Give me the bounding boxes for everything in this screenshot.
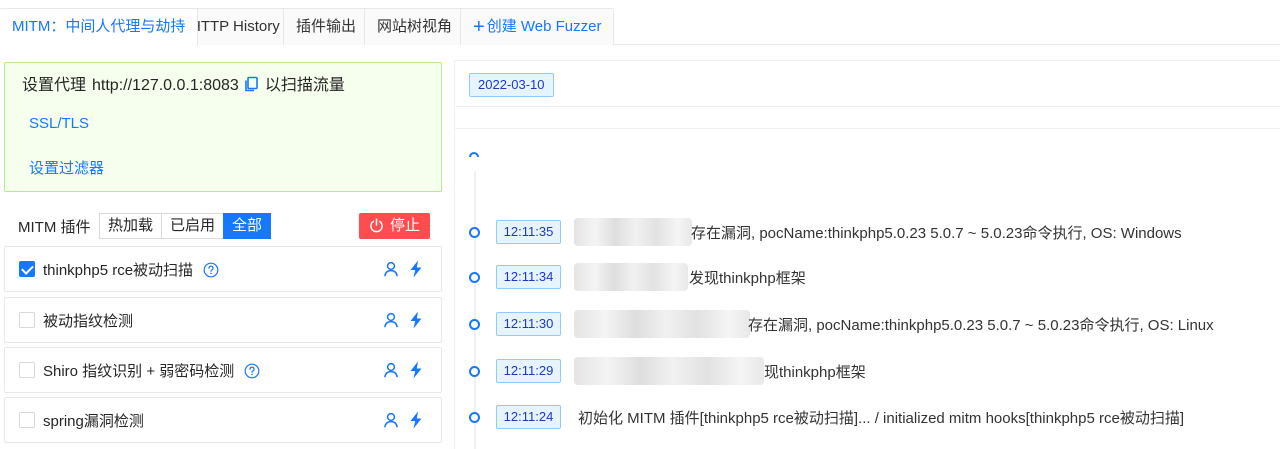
- plugin-item: spring漏洞检测: [4, 397, 442, 443]
- tab-plugin-output-label: 插件输出: [296, 18, 357, 35]
- filter-enabled[interactable]: 已启用: [161, 213, 225, 239]
- timeline-dot: [469, 412, 480, 423]
- timeline-time: 12:11:24: [496, 405, 561, 429]
- plugin-name-row: thinkphp5 rce被动扫描: [43, 259, 219, 280]
- user-icon[interactable]: [383, 312, 399, 328]
- plugin-name-row: Shiro 指纹识别 + 弱密码检测: [43, 360, 260, 381]
- thunderbolt-icon[interactable]: [409, 361, 423, 379]
- timeline-message: 发现thinkphp框架: [689, 270, 806, 287]
- plugin-name: Shiro 指纹识别 + 弱密码检测: [43, 363, 235, 380]
- plugin-item: 被动指纹检测: [4, 297, 442, 343]
- plugin-item: thinkphp5 rce被动扫描: [4, 246, 442, 292]
- tab-site-tree[interactable]: 网站树视角: [364, 8, 466, 45]
- plugin-filter-group: 热加载 已启用 全部: [99, 213, 272, 239]
- tab-http-history-label: HTTP History: [190, 18, 280, 35]
- user-icon[interactable]: [383, 412, 399, 428]
- plugin-header: MITM 插件 热加载 已启用 全部 停止: [18, 212, 432, 239]
- question-circle-icon[interactable]: [244, 363, 260, 379]
- thunderbolt-icon[interactable]: [409, 260, 423, 278]
- user-icon[interactable]: [383, 362, 399, 378]
- tab-create-web-fuzzer-label: 创建 Web Fuzzer: [486, 18, 602, 35]
- tab-create-web-fuzzer[interactable]: + 创建 Web Fuzzer: [460, 8, 615, 45]
- proxy-address: http://127.0.0.1:8083: [92, 77, 239, 94]
- timeline-message: 存在漏洞, pocName:thinkphp5.0.23 5.0.7 ~ 5.0…: [691, 225, 1182, 242]
- proxy-info-panel: 设置代理 http://127.0.0.1:8083 以扫描流量 SSL/TLS …: [4, 62, 442, 192]
- divider: [455, 128, 1280, 129]
- plugin-checkbox[interactable]: [19, 312, 35, 328]
- tab-site-tree-label: 网站树视角: [377, 18, 453, 35]
- redacted-blur: [574, 263, 688, 291]
- plugin-checkbox[interactable]: [19, 261, 35, 277]
- plugin-item: Shiro 指纹识别 + 弱密码检测: [4, 347, 442, 393]
- question-circle-icon[interactable]: [203, 262, 219, 278]
- ssl-tls-link[interactable]: SSL/TLS: [29, 115, 89, 132]
- timeline-dot: [469, 227, 480, 238]
- timeline-message: 现thinkphp框架: [764, 364, 866, 381]
- timeline-time: 12:11:34: [496, 265, 561, 289]
- timeline-entry: 12:11:29 现thinkphp框架: [455, 357, 1280, 387]
- redacted-blur: [574, 218, 692, 246]
- timeline-dot: [469, 366, 480, 377]
- plugin-checkbox[interactable]: [19, 362, 35, 378]
- timeline-entry: 12:11:30 存在漏洞, pocName:thinkphp5.0.23 5.…: [455, 310, 1280, 340]
- timeline-entry: 12:11:35 存在漏洞, pocName:thinkphp5.0.23 5.…: [455, 218, 1280, 248]
- tab-mitm-label: MITM：中间人代理与劫持: [12, 18, 186, 35]
- timeline-dot: [469, 319, 480, 330]
- tab-bar: MITM：中间人代理与劫持 HTTP History 插件输出 网站树视角 + 创…: [0, 0, 1280, 46]
- plugin-section-title: MITM 插件: [18, 219, 91, 236]
- timeline-panel: 2022-03-10 12:11:35 存在漏洞, pocName:thinkp…: [454, 60, 1280, 449]
- filter-hot-reload[interactable]: 热加载: [99, 213, 163, 239]
- timeline-time: 12:11:35: [496, 220, 561, 244]
- timeline-start-marker: [469, 152, 479, 157]
- timeline-time: 12:11:29: [496, 359, 561, 383]
- filter-all[interactable]: 全部: [223, 213, 272, 239]
- user-icon[interactable]: [383, 261, 399, 277]
- timeline-entry: 12:11:34 发现thinkphp框架: [455, 263, 1280, 293]
- redacted-blur: [574, 310, 750, 338]
- tab-plugin-output[interactable]: 插件输出: [283, 8, 370, 45]
- timeline-message: 初始化 MITM 插件[thinkphp5 rce被动扫描]... / init…: [578, 410, 1184, 427]
- plugin-name: spring漏洞检测: [43, 413, 144, 430]
- power-icon: [370, 218, 383, 233]
- copy-icon[interactable]: [243, 76, 259, 92]
- thunderbolt-icon[interactable]: [409, 411, 423, 429]
- plus-icon: +: [473, 16, 485, 38]
- timeline-message: 存在漏洞, pocName:thinkphp5.0.23 5.0.7 ~ 5.0…: [748, 317, 1214, 334]
- thunderbolt-icon[interactable]: [409, 311, 423, 329]
- set-filter-link[interactable]: 设置过滤器: [29, 157, 104, 178]
- proxy-suffix: 以扫描流量: [264, 77, 345, 94]
- plugin-name: thinkphp5 rce被动扫描: [43, 262, 194, 279]
- timeline-entry: 12:11:24 初始化 MITM 插件[thinkphp5 rce被动扫描].…: [455, 403, 1280, 433]
- proxy-setting-line: 设置代理 http://127.0.0.1:8083 以扫描流量: [22, 75, 345, 97]
- date-tag: 2022-03-10: [469, 73, 554, 97]
- timeline-time: 12:11:30: [496, 312, 561, 336]
- stop-button-label: 停止: [389, 217, 420, 234]
- tab-mitm[interactable]: MITM：中间人代理与劫持: [0, 8, 199, 46]
- plugin-name: 被动指纹检测: [43, 313, 134, 330]
- redacted-blur: [574, 357, 764, 385]
- plugin-checkbox[interactable]: [19, 412, 35, 428]
- timeline-dot: [469, 272, 480, 283]
- stop-button[interactable]: 停止: [359, 213, 430, 239]
- divider: [455, 106, 1280, 107]
- proxy-prefix: 设置代理: [22, 77, 87, 94]
